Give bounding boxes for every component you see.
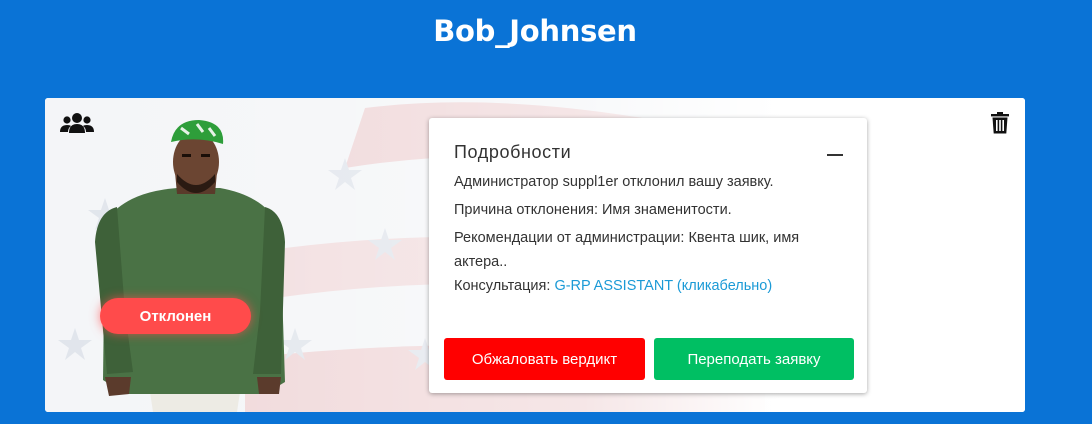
character-avatar [95,120,285,412]
details-title: Подробности [454,142,572,162]
details-panel: Подробности Администратор suppl1er откло… [429,118,867,393]
page-title: Bob_Johnsen [433,14,637,48]
minus-icon[interactable] [827,154,843,156]
admin-decision-text: Администратор suppl1er отклонил вашу зая… [454,174,774,190]
appeal-verdict-button[interactable]: Обжаловать вердикт [444,338,645,380]
consultation-label: Консультация: [454,278,555,294]
status-badge: Отклонен [100,298,251,334]
consultation-line: Консультация: G-RP ASSISTANT (кликабельн… [454,274,849,298]
rejection-reason-text: Причина отклонения: Имя знаменитости. [454,202,732,218]
consultation-link[interactable]: G-RP ASSISTANT (кликабельно) [554,278,772,294]
admin-recommendation-text: Рекомендации от администрации: Квента ши… [454,230,800,270]
trash-icon[interactable] [991,112,1009,134]
resubmit-application-button[interactable]: Переподать заявку [654,338,854,380]
